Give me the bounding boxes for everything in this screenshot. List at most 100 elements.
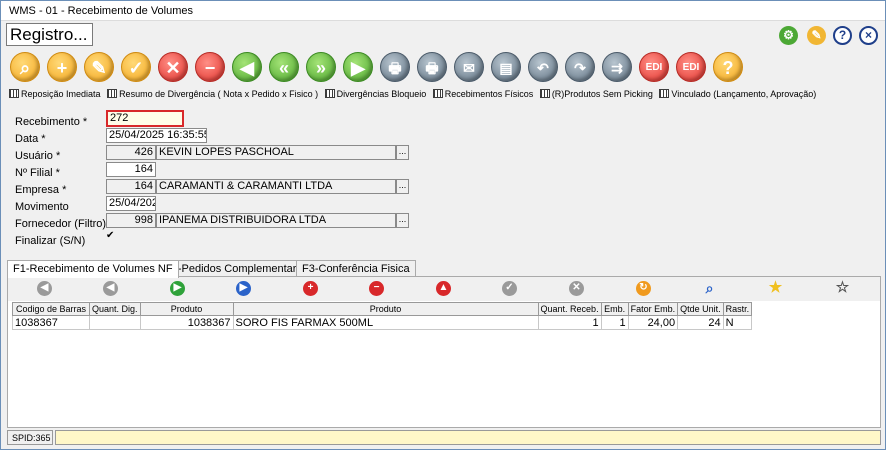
col-rastr[interactable]: Rastr.: [722, 302, 753, 316]
col-qtde-unit[interactable]: Qtde Unit.: [677, 302, 724, 316]
link-resumo-divergencia[interactable]: Resumo de Divergência ( Nota x Pedido x …: [107, 89, 318, 99]
grid-icon: [107, 89, 118, 98]
quick-links-bar: Reposição Imediata Resumo de Divergência…: [9, 89, 820, 102]
grid-search-icon[interactable]: ⌕: [702, 281, 717, 296]
cell-quant-receb[interactable]: 1: [537, 315, 602, 330]
col-produto-codigo[interactable]: Produto: [139, 302, 234, 316]
edi-document-icon[interactable]: EDI: [676, 52, 706, 82]
empresa-code-field[interactable]: 164: [106, 179, 156, 194]
next-record-icon[interactable]: »: [306, 52, 336, 82]
link-recebimentos-fisicos[interactable]: Recebimentos Físicos: [432, 89, 533, 99]
fornecedor-lookup-button[interactable]: ...: [396, 213, 409, 228]
col-emb[interactable]: Emb.: [600, 302, 629, 316]
ged-icon[interactable]: ▤: [491, 52, 521, 82]
movimento-field[interactable]: 25/04/2025: [106, 196, 156, 211]
table-row[interactable]: 1038367 1038367 SORO FIS FARMAX 500ML 1 …: [12, 315, 753, 330]
edi-icon[interactable]: EDI: [639, 52, 669, 82]
fornecedor-code-field[interactable]: 998: [106, 213, 156, 228]
search-help-icon[interactable]: ?: [713, 52, 743, 82]
data-label: Data *: [15, 133, 46, 145]
close-icon[interactable]: ×: [859, 26, 878, 45]
tab-conferencia-fisica[interactable]: F3-Conferência Fisica: [296, 260, 416, 277]
grid-panel: ◀ ◀ ▶ ▶ + − ▲ ✓ ✕ ↻ ⌕ ★ ☆ Codigo de Barr…: [7, 276, 881, 428]
grid-icon: [659, 89, 670, 98]
first-record-icon[interactable]: ◀: [232, 52, 262, 82]
movimento-label: Movimento: [15, 201, 69, 213]
minus-icon[interactable]: −: [195, 52, 225, 82]
add-icon[interactable]: +: [47, 52, 77, 82]
print-preview-icon[interactable]: 🖶: [380, 52, 410, 82]
window-title: WMS - 01 - Recebimento de Volumes: [9, 5, 194, 17]
cell-produto-descricao[interactable]: SORO FIS FARMAX 500ML: [232, 315, 539, 330]
finalizar-checkbox[interactable]: ✔: [106, 231, 116, 241]
grid-post-icon[interactable]: ✓: [502, 281, 517, 296]
search-icon[interactable]: ⌕: [10, 52, 40, 82]
grid-star-icon[interactable]: ★: [768, 280, 783, 296]
grid-cancel-icon[interactable]: ✕: [569, 281, 584, 296]
recebimento-label: Recebimento *: [15, 116, 88, 128]
col-produto-descricao[interactable]: Produto: [232, 302, 539, 316]
grid-first-icon[interactable]: ◀: [37, 281, 52, 296]
grid-icon: [9, 89, 19, 98]
filial-field[interactable]: 164: [106, 162, 156, 177]
delete-icon[interactable]: ✕: [158, 52, 188, 82]
export-icon[interactable]: ⇉: [602, 52, 632, 82]
redo-icon[interactable]: ↷: [565, 52, 595, 82]
grid-prior-icon[interactable]: ◀: [103, 281, 118, 296]
cell-rastr[interactable]: N: [722, 315, 753, 330]
fornecedor-name-field: IPANEMA DISTRIBUIDORA LTDA: [156, 213, 396, 228]
edit-icon[interactable]: ✎: [807, 26, 826, 45]
table-header-row: Codigo de Barras Quant. Dig. Produto Pro…: [12, 302, 753, 316]
previous-record-icon[interactable]: «: [269, 52, 299, 82]
cell-fator-emb[interactable]: 24,00: [627, 315, 679, 330]
cell-codigo-barras[interactable]: 1038367: [12, 315, 90, 330]
col-quant-receb[interactable]: Quant. Receb.: [537, 302, 602, 316]
grid-next-icon[interactable]: ▶: [170, 281, 185, 296]
print-mail-icon[interactable]: ✉: [454, 52, 484, 82]
grid-icon: [324, 89, 335, 98]
usuario-label: Usuário *: [15, 150, 61, 162]
link-produtos-sem-picking[interactable]: (R)Produtos Sem Picking: [539, 89, 653, 99]
help-icon[interactable]: ?: [833, 26, 852, 45]
grid-insert-icon[interactable]: +: [303, 281, 318, 296]
grid-delete-icon[interactable]: −: [369, 281, 384, 296]
tab-pedidos-complementares[interactable]: F2-Pedidos Complementares: [159, 260, 315, 277]
items-table: Codigo de Barras Quant. Dig. Produto Pro…: [12, 302, 753, 330]
link-vinculado[interactable]: Vinculado (Lançamento, Aprovação): [659, 89, 816, 99]
empresa-lookup-button[interactable]: ...: [396, 179, 409, 194]
col-codigo-barras[interactable]: Codigo de Barras: [12, 302, 90, 316]
link-divergencias-bloqueio[interactable]: Divergências Bloqueio: [324, 89, 426, 99]
settings-icon[interactable]: ⚙: [779, 26, 798, 45]
grid-last-icon[interactable]: ▶: [236, 281, 251, 296]
cell-produto-codigo[interactable]: 1038367: [139, 315, 234, 330]
usuario-code-field[interactable]: 426: [106, 145, 156, 160]
pencil-icon[interactable]: ✎: [84, 52, 114, 82]
recebimento-field[interactable]: 272: [106, 110, 184, 127]
grid-icon: [539, 89, 550, 98]
check-icon[interactable]: ✓: [121, 52, 151, 82]
col-fator-emb[interactable]: Fator Emb.: [627, 302, 679, 316]
app-window: WMS - 01 - Recebimento de Volumes Regist…: [0, 0, 886, 450]
last-record-icon[interactable]: ▶: [343, 52, 373, 82]
cell-qtde-unit[interactable]: 24: [677, 315, 724, 330]
grid-refresh-icon[interactable]: ↻: [636, 281, 651, 296]
grid-toolbar: ◀ ◀ ▶ ▶ + − ▲ ✓ ✕ ↻ ⌕ ★ ☆: [8, 277, 880, 301]
tab-recebimento-volumes-nf[interactable]: F1-Recebimento de Volumes NF: [7, 260, 179, 278]
data-field[interactable]: 25/04/2025 16:35:55: [106, 128, 207, 143]
undo-icon[interactable]: ↶: [528, 52, 558, 82]
status-bar: SPID:365: [7, 430, 881, 445]
empresa-name-field: CARAMANTI & CARAMANTI LTDA: [156, 179, 396, 194]
filial-label: Nº Filial *: [15, 167, 60, 179]
title-bar: WMS - 01 - Recebimento de Volumes: [1, 1, 885, 21]
usuario-lookup-button[interactable]: ...: [396, 145, 409, 160]
col-quant-dig[interactable]: Quant. Dig.: [89, 302, 141, 316]
registro-button[interactable]: Registro...: [6, 23, 93, 46]
link-reposicao[interactable]: Reposição Imediata: [9, 89, 101, 99]
grid-icon: [432, 89, 443, 98]
cell-emb[interactable]: 1: [600, 315, 629, 330]
cell-quant-dig[interactable]: [89, 315, 141, 330]
grid-star-remove-icon[interactable]: ☆: [835, 280, 850, 296]
finalizar-label: Finalizar (S/N): [15, 235, 86, 247]
printer-icon[interactable]: 🖶: [417, 52, 447, 82]
grid-up-icon[interactable]: ▲: [436, 281, 451, 296]
